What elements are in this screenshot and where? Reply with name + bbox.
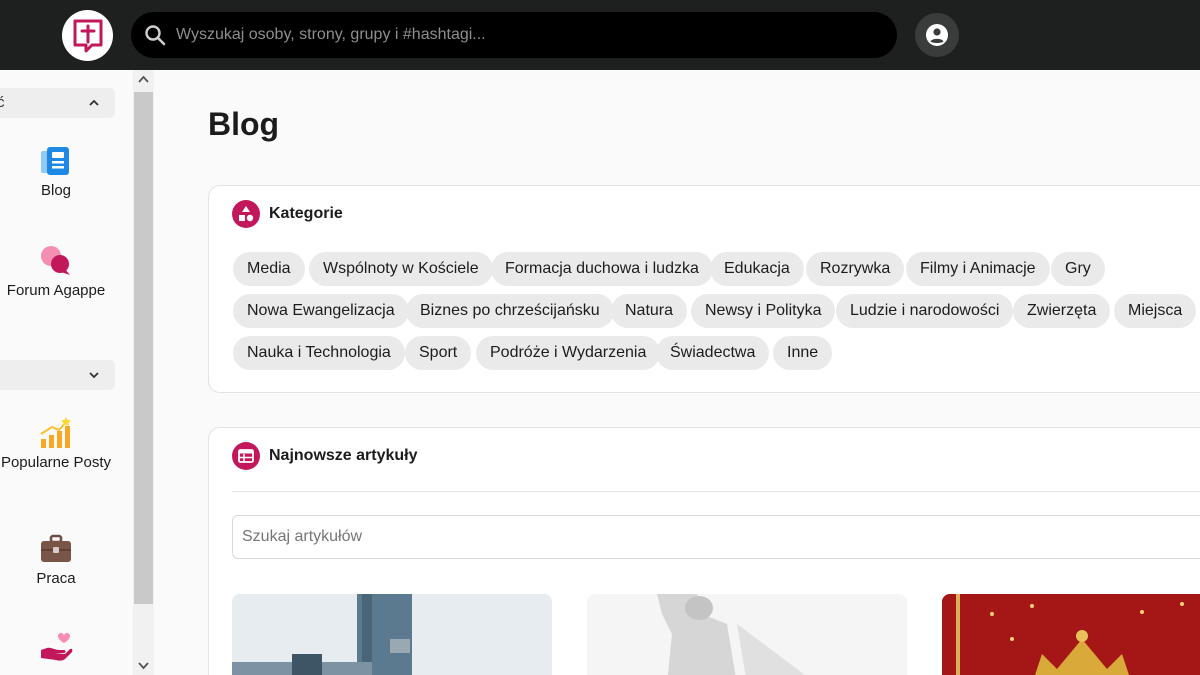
shapes-icon — [232, 200, 260, 228]
latest-articles-card: Najnowsze artykuły — [208, 427, 1200, 675]
category-chip[interactable]: Rozrywka — [806, 252, 905, 286]
sidebar-section-toggle-expanded[interactable]: ć — [0, 88, 115, 118]
article-thumbnail-1[interactable] — [232, 594, 552, 675]
chevron-down-icon — [89, 372, 99, 379]
categories-card: Kategorie Media Wspólnoty w Kościele For… — [208, 185, 1200, 393]
sidebar-item-label: Blog — [40, 182, 72, 199]
category-chip[interactable]: Podróże i Wydarzenia — [476, 336, 661, 370]
article-image — [587, 594, 907, 675]
account-icon — [926, 24, 948, 46]
category-chip[interactable]: Gry — [1051, 252, 1105, 286]
category-chip[interactable]: Newsy i Polityka — [691, 294, 836, 328]
article-search-input[interactable] — [242, 516, 1142, 558]
sidebar: ć Blog Forum Agappe Popularne Posty Prac… — [0, 70, 133, 675]
categories-heading: Kategorie — [269, 205, 343, 222]
sidebar-section-label: ć — [0, 94, 5, 111]
page-title: Blog — [208, 106, 280, 142]
account-button[interactable] — [915, 13, 959, 57]
category-chip[interactable]: Nauka i Technologia — [233, 336, 405, 370]
chat-bubbles-icon — [41, 246, 70, 275]
article-thumbnail-2[interactable] — [587, 594, 907, 675]
category-chip[interactable]: Biznes po chrześcijańsku — [406, 294, 614, 328]
scroll-up-arrow-icon[interactable] — [137, 73, 150, 86]
category-chip[interactable]: Media — [233, 252, 305, 286]
site-logo[interactable] — [62, 10, 113, 61]
divider — [232, 491, 1200, 492]
article-thumbnail-3[interactable] — [942, 594, 1200, 675]
blog-icon — [41, 147, 69, 175]
articles-heading: Najnowsze artykuły — [269, 447, 418, 464]
global-search-input[interactable] — [176, 12, 876, 58]
briefcase-icon — [41, 534, 71, 562]
search-icon — [145, 25, 166, 46]
articles-header: Najnowsze artykuły — [232, 442, 418, 470]
scrollbar-thumb[interactable] — [134, 92, 153, 604]
sidebar-item-label: Popularne Posty — [0, 454, 112, 471]
categories-header: Kategorie — [232, 200, 343, 228]
calendar-table-icon — [232, 442, 260, 470]
category-chip[interactable]: Formacja duchowa i ludzka — [491, 252, 713, 286]
category-chip[interactable]: Inne — [773, 336, 833, 370]
cross-logo-icon — [73, 19, 102, 52]
sidebar-item-label: Praca — [36, 570, 76, 587]
article-search[interactable] — [232, 515, 1200, 559]
trending-chart-icon — [40, 417, 71, 448]
sidebar-item-forum-agappe[interactable]: Forum Agappe — [0, 244, 112, 299]
category-chip[interactable]: Miejsca — [1114, 294, 1197, 328]
sidebar-item-blog[interactable]: Blog — [0, 144, 112, 199]
sidebar-item-popular-posts[interactable]: Popularne Posty — [0, 416, 112, 471]
category-chip[interactable]: Edukacja — [710, 252, 804, 286]
top-bar — [0, 0, 1200, 70]
sidebar-scrollbar[interactable] — [133, 70, 154, 675]
article-image — [942, 594, 1200, 675]
category-chip[interactable]: Natura — [611, 294, 688, 328]
global-search[interactable] — [131, 12, 897, 58]
category-chip[interactable]: Ludzie i narodowości — [836, 294, 1014, 328]
scroll-down-arrow-icon[interactable] — [137, 659, 150, 672]
heart-hand-icon — [41, 633, 73, 661]
chevron-up-icon — [89, 99, 99, 106]
category-chip[interactable]: Zwierzęta — [1013, 294, 1111, 328]
category-chip[interactable]: Sport — [405, 336, 472, 370]
category-chip[interactable]: Wspólnoty w Kościele — [309, 252, 493, 286]
sidebar-item-label: Forum Agappe — [6, 282, 106, 299]
category-chip[interactable]: Świadectwa — [656, 336, 770, 370]
category-chip[interactable]: Filmy i Animacje — [906, 252, 1050, 286]
sidebar-item-charity[interactable] — [0, 630, 112, 664]
sidebar-section-toggle-collapsed[interactable] — [0, 360, 115, 390]
article-image — [232, 594, 552, 675]
category-chip[interactable]: Nowa Ewangelizacja — [233, 294, 409, 328]
sidebar-item-praca[interactable]: Praca — [0, 532, 112, 587]
